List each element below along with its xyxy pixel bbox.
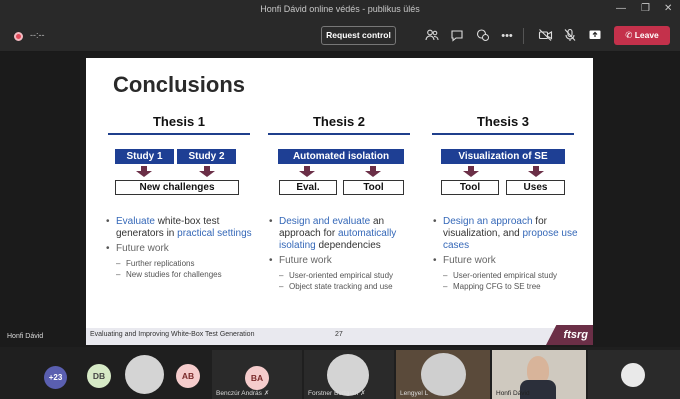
thesis-bullets: Evaluate white-box test generators in pr… xyxy=(106,216,252,280)
thesis-underline xyxy=(108,133,250,135)
sub-bullet: Further replications xyxy=(106,258,252,269)
share-icon[interactable] xyxy=(587,28,603,44)
participant-video-tile[interactable]: Honfi Dávid xyxy=(492,350,586,399)
output-box: New challenges xyxy=(115,180,239,195)
participant-tile[interactable]: BA Benczúr András ✗ xyxy=(212,350,302,399)
slide-title: Conclusions xyxy=(113,72,246,97)
bullet-item: Design and evaluate an approach for auto… xyxy=(269,216,417,252)
presenter-name: Honfi Dávid xyxy=(7,333,44,340)
thesis-column-3: Thesis 3 xyxy=(432,114,574,135)
avatar-photo[interactable] xyxy=(125,355,164,394)
call-timer: --:-- xyxy=(30,30,45,40)
participant-name: Benczúr András ✗ xyxy=(216,390,270,397)
window-titlebar: Honfi Dávid online védés - publikus ülés… xyxy=(0,0,680,20)
shared-screen: Conclusions Thesis 1 Study 1 Study 2 New… xyxy=(0,52,680,347)
visualization-box: Visualization of SE xyxy=(441,149,565,164)
thesis-column-2: Thesis 2 xyxy=(268,114,410,135)
future-work-bullet: Future work xyxy=(269,255,417,267)
bullet-item: Design an approach for visualization, an… xyxy=(433,216,583,252)
maximize-icon[interactable]: ❐ xyxy=(641,3,650,14)
close-icon[interactable]: ✕ xyxy=(664,3,672,14)
avatar-photo xyxy=(621,363,645,387)
bullet-item: Evaluate white-box test generators in pr… xyxy=(106,216,252,240)
footer-text: Evaluating and Improving White-Box Test … xyxy=(90,331,255,338)
thesis-underline xyxy=(268,133,410,135)
mic-off-icon: ✗ xyxy=(360,390,366,397)
more-icon[interactable]: ••• xyxy=(499,28,515,44)
sub-bullet: Object state tracking and use xyxy=(269,281,417,292)
sub-bullet: Mapping CFG to SE tree xyxy=(433,281,583,292)
camera-off-icon[interactable] xyxy=(537,28,553,44)
study-box: Study 2 xyxy=(177,149,236,164)
participant-name: Forstner Bertalan ✗ xyxy=(308,390,366,397)
hangup-icon: ✆ xyxy=(625,30,633,40)
output-box: Eval. xyxy=(279,180,337,195)
participants-icon[interactable] xyxy=(424,28,440,44)
participant-video-tile[interactable]: Lengyel L xyxy=(396,350,490,399)
page-number: 27 xyxy=(335,331,343,338)
output-box: Uses xyxy=(506,180,565,195)
reactions-icon[interactable] xyxy=(475,28,491,44)
output-box: Tool xyxy=(343,180,404,195)
thesis-heading: Thesis 2 xyxy=(312,114,366,129)
window-title: Honfi Dávid online védés - publikus ülés xyxy=(260,4,420,14)
output-box: Tool xyxy=(441,180,499,195)
recording-icon xyxy=(14,32,23,41)
thesis-heading: Thesis 3 xyxy=(476,114,530,129)
request-control-button[interactable]: Request control xyxy=(321,26,396,45)
sub-bullet: User-oriented empirical study xyxy=(433,270,583,281)
self-view-tile[interactable] xyxy=(588,350,680,399)
participant-name: Honfi Dávid xyxy=(496,390,530,397)
mic-off-icon[interactable] xyxy=(562,28,578,44)
avatar: BA xyxy=(245,366,269,390)
participant-tile[interactable]: Forstner Bertalan ✗ xyxy=(304,350,394,399)
presentation-slide: Conclusions Thesis 1 Study 1 Study 2 New… xyxy=(86,58,593,345)
future-work-bullet: Future work xyxy=(433,255,583,267)
study-box: Study 1 xyxy=(115,149,174,164)
toolbar-divider xyxy=(523,28,524,44)
participant-name: Lengyel L xyxy=(400,390,429,397)
mic-off-icon: ✗ xyxy=(263,390,270,397)
thesis-heading: Thesis 1 xyxy=(152,114,206,129)
overflow-participants-button[interactable]: +23 xyxy=(44,366,67,389)
thesis-bullets: Design and evaluate an approach for auto… xyxy=(269,216,417,292)
avatar[interactable]: DB xyxy=(87,364,111,388)
future-work-bullet: Future work xyxy=(106,243,252,255)
chat-icon[interactable] xyxy=(449,28,465,44)
avatar[interactable]: AB xyxy=(176,364,200,388)
minimize-icon[interactable]: — xyxy=(616,3,626,14)
thesis-bullets: Design an approach for visualization, an… xyxy=(433,216,583,292)
isolation-box: Automated isolation xyxy=(278,149,404,164)
sub-bullet: New studies for challenges xyxy=(106,269,252,280)
thesis-column-1: Thesis 1 xyxy=(108,114,250,135)
thesis-underline xyxy=(432,133,574,135)
leave-button[interactable]: ✆ Leave xyxy=(614,26,670,45)
call-toolbar: --:-- Request control ••• ✆ Leave xyxy=(0,20,680,52)
sub-bullet: User-oriented empirical study xyxy=(269,270,417,281)
